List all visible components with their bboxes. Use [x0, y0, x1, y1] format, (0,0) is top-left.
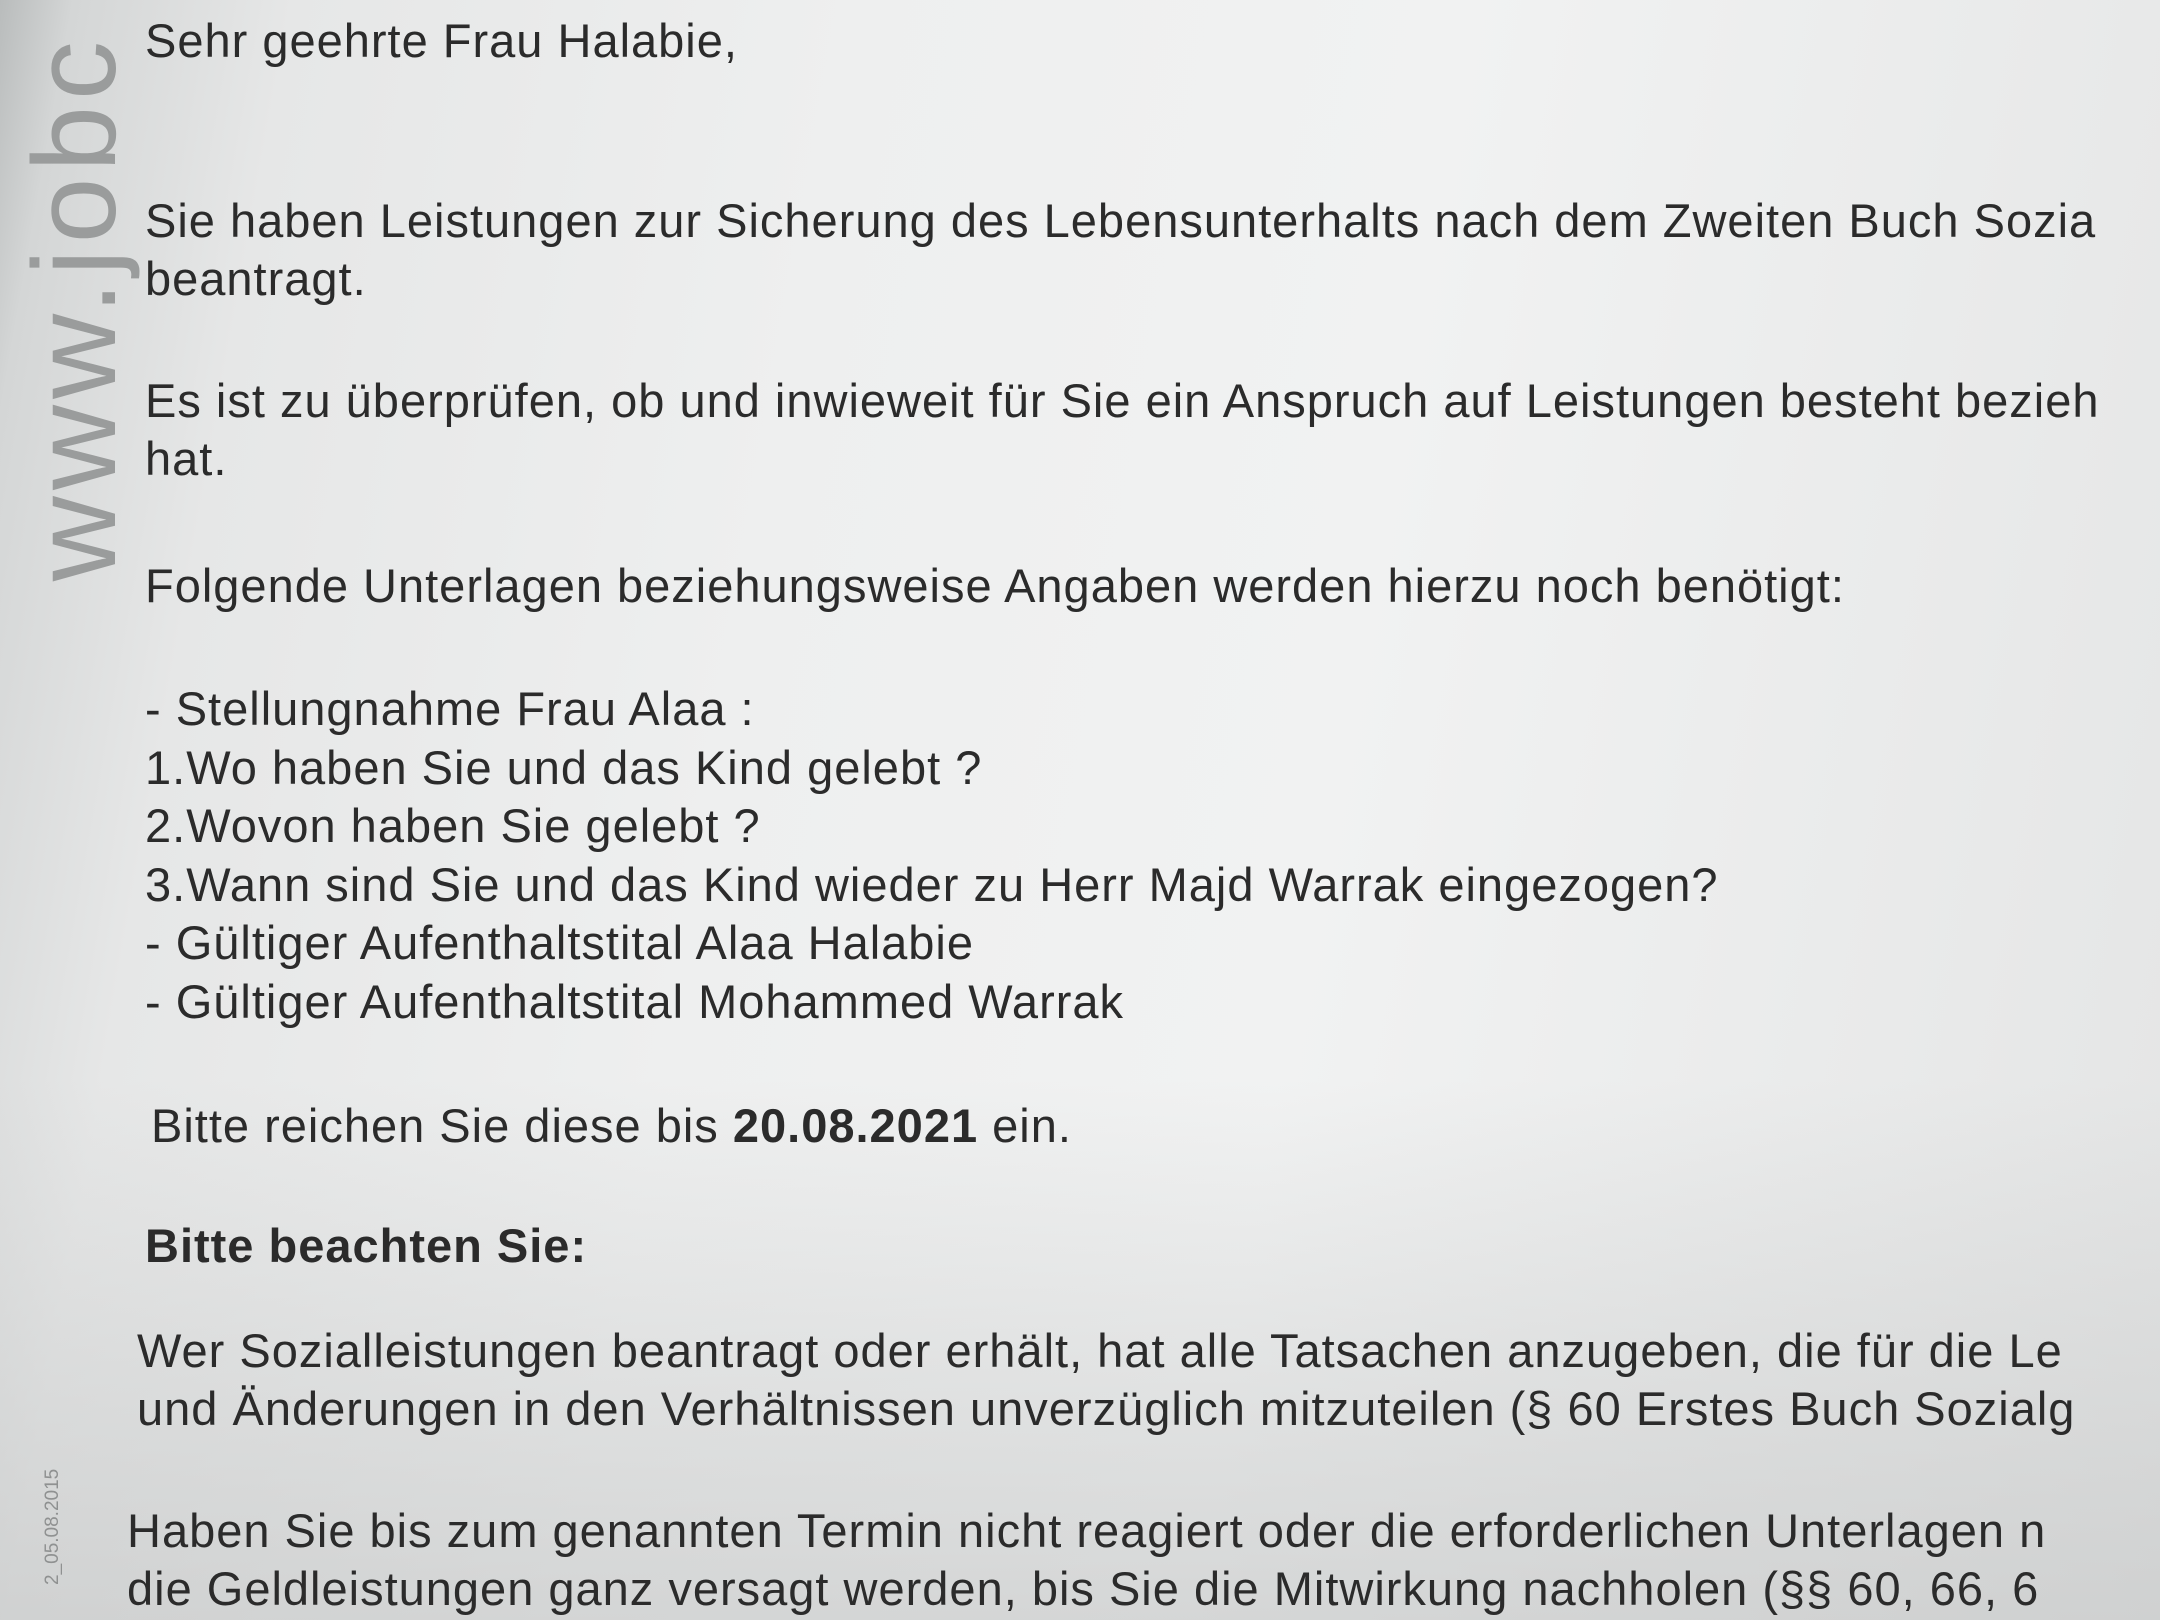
paragraph-line: und Änderungen in den Verhältnissen unve…	[137, 1382, 2076, 1435]
paragraph-documents-needed: Folgende Unterlagen beziehungsweise Anga…	[145, 559, 1845, 612]
paragraph-consequences: Haben Sie bis zum genannten Termin nicht…	[127, 1502, 2046, 1618]
paragraph-review: Es ist zu überprüfen, ob und inwieweit f…	[145, 372, 2100, 488]
paragraph-line: hat.	[145, 432, 228, 485]
list-item: 2.Wovon haben Sie gelebt ?	[145, 799, 761, 852]
paragraph-application: Sie haben Leistungen zur Sicherung des L…	[145, 192, 2096, 308]
deadline-prefix: Bitte reichen Sie diese bis	[151, 1099, 719, 1152]
list-item: 3.Wann sind Sie und das Kind wieder zu H…	[145, 857, 1719, 911]
list-item: 1.Wo haben Sie und das Kind gelebt ?	[145, 740, 983, 794]
list-item: - Stellungnahme Frau Alaa :	[145, 682, 755, 735]
paragraph-line: beantragt.	[145, 252, 367, 305]
paragraph-obligations: Wer Sozialleistungen beantragt oder erhä…	[137, 1322, 2075, 1438]
paragraph-line: Sie haben Leistungen zur Sicherung des L…	[145, 194, 2097, 247]
notice-heading: Bitte beachten Sie:	[145, 1219, 588, 1272]
watermark: www.jobc	[9, 35, 141, 582]
requirements-list: - Stellungnahme Frau Alaa : 1.Wo haben S…	[145, 680, 1719, 1031]
deadline-sentence: Bitte reichen Sie diese bis 20.08.2021 e…	[151, 1097, 1072, 1155]
deadline-date: 20.08.2021	[732, 1099, 979, 1152]
paragraph-line: Haben Sie bis zum genannten Termin nicht…	[127, 1504, 2047, 1557]
paragraph-line: Es ist zu überprüfen, ob und inwieweit f…	[145, 374, 2100, 427]
salutation: Sehr geehrte Frau Halabie,	[145, 14, 738, 67]
list-item: - Gültiger Aufenthaltstital Alaa Halabie	[145, 916, 975, 969]
paragraph-line: die Geldleistungen ganz versagt werden, …	[127, 1562, 2040, 1615]
paragraph-line: Wer Sozialleistungen beantragt oder erhä…	[137, 1324, 2063, 1377]
footer-stamp: 2_05.08.2015	[42, 1468, 63, 1585]
deadline-suffix: ein.	[992, 1099, 1072, 1152]
list-item: - Gültiger Aufenthaltstital Mohammed War…	[145, 974, 1125, 1028]
